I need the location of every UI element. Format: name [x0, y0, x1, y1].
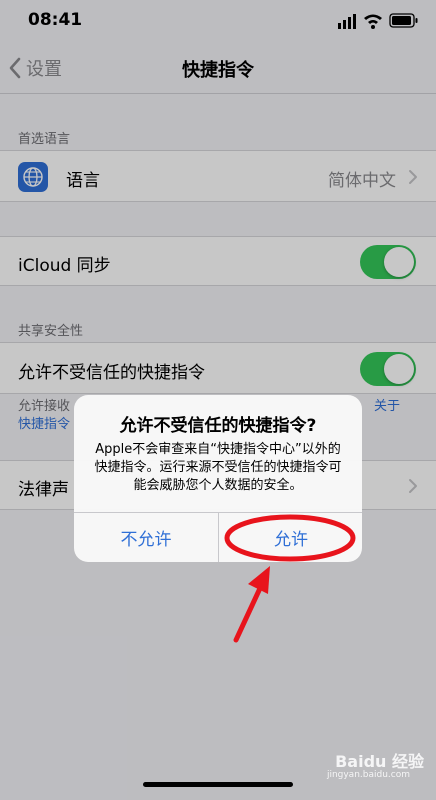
annotation-overlay [224, 514, 356, 643]
highlight-ellipse [224, 514, 356, 562]
annotation-arrow-shaft [233, 581, 265, 643]
watermark-url: jingyan.baidu.com [326, 770, 410, 780]
watermark-text: Baidu 经验 [335, 752, 424, 771]
